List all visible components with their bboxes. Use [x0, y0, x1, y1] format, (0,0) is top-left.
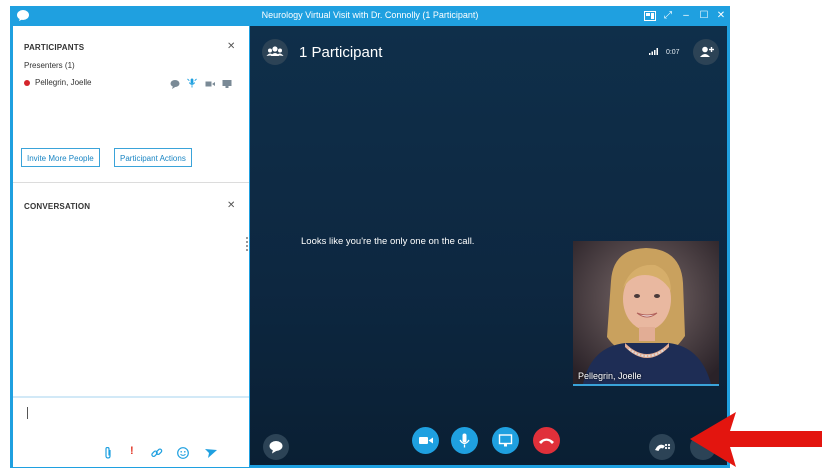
participants-button[interactable] [262, 39, 288, 65]
alone-on-call-message: Looks like you're the only one on the ca… [301, 236, 475, 247]
mute-button[interactable] [451, 427, 478, 454]
window-title: Neurology Virtual Visit with Dr. Connoll… [261, 10, 479, 20]
call-controls-button[interactable] [649, 434, 675, 460]
microphone-icon [459, 433, 470, 448]
phone-hang-up-icon [539, 438, 554, 444]
invite-more-people-button[interactable]: Invite More People [21, 148, 100, 167]
attachment-icon[interactable] [104, 447, 113, 459]
participants-heading: PARTICIPANTS [24, 43, 85, 52]
add-participant-button[interactable] [693, 39, 719, 65]
link-icon[interactable] [151, 447, 163, 459]
full-screen-icon[interactable]: ⤢ [660, 8, 676, 24]
signal-bars-icon [649, 48, 658, 55]
skype-meeting-window: Neurology Virtual Visit with Dr. Connoll… [10, 6, 730, 468]
present-button[interactable] [492, 427, 519, 454]
self-video-image [573, 241, 719, 384]
participant-count-title: 1 Participant [299, 44, 383, 61]
phone-dialpad-icon [655, 443, 671, 451]
send-icon[interactable] [205, 447, 217, 459]
call-quality-indicator: 0:07 [649, 48, 680, 56]
red-arrow-annotation [690, 412, 822, 467]
minimize-icon[interactable]: – [678, 8, 694, 24]
video-camera-icon [419, 437, 433, 444]
maximize-icon[interactable]: ☐ [696, 8, 712, 24]
close-participants-icon[interactable]: ✕ [227, 41, 235, 52]
video-toggle-button[interactable] [412, 427, 439, 454]
message-input[interactable]: ! [13, 396, 249, 467]
video-icon [205, 81, 215, 87]
hang-up-button[interactable] [533, 427, 560, 454]
people-icon [266, 46, 284, 56]
importance-icon[interactable]: ! [130, 445, 134, 457]
presence-busy-icon [24, 79, 30, 86]
presenters-label: Presenters (1) [24, 61, 75, 70]
call-timer: 0:07 [665, 49, 680, 56]
layout-icon[interactable] [642, 8, 658, 24]
participant-name: Pellegrin, Joelle [35, 78, 92, 87]
monitor-icon [498, 434, 513, 447]
chat-icon [269, 441, 283, 454]
text-caret [27, 407, 28, 419]
screen-share-icon [222, 80, 232, 88]
show-conversation-button[interactable] [263, 434, 289, 460]
self-video-name: Pellegrin, Joelle [578, 371, 642, 381]
panel-divider [13, 182, 249, 183]
panel-resize-handle[interactable] [246, 237, 248, 255]
participant-actions-button[interactable]: Participant Actions [114, 148, 192, 167]
presenter-audio-icon [187, 78, 197, 88]
call-stage: 1 Participant 0:07 Looks like you're the… [250, 26, 727, 465]
side-panel: PARTICIPANTS ✕ Presenters (1) Pellegrin,… [13, 26, 249, 467]
close-conversation-icon[interactable]: ✕ [227, 200, 235, 211]
self-video-preview: Pellegrin, Joelle [573, 241, 719, 386]
participant-row[interactable]: Pellegrin, Joelle [24, 78, 91, 87]
title-bar: Neurology Virtual Visit with Dr. Connoll… [10, 6, 730, 26]
close-icon[interactable]: ✕ [713, 8, 729, 24]
add-person-icon [700, 46, 714, 57]
im-icon [170, 80, 180, 89]
conversation-heading: CONVERSATION [24, 202, 91, 211]
emoticon-icon[interactable] [177, 447, 189, 459]
